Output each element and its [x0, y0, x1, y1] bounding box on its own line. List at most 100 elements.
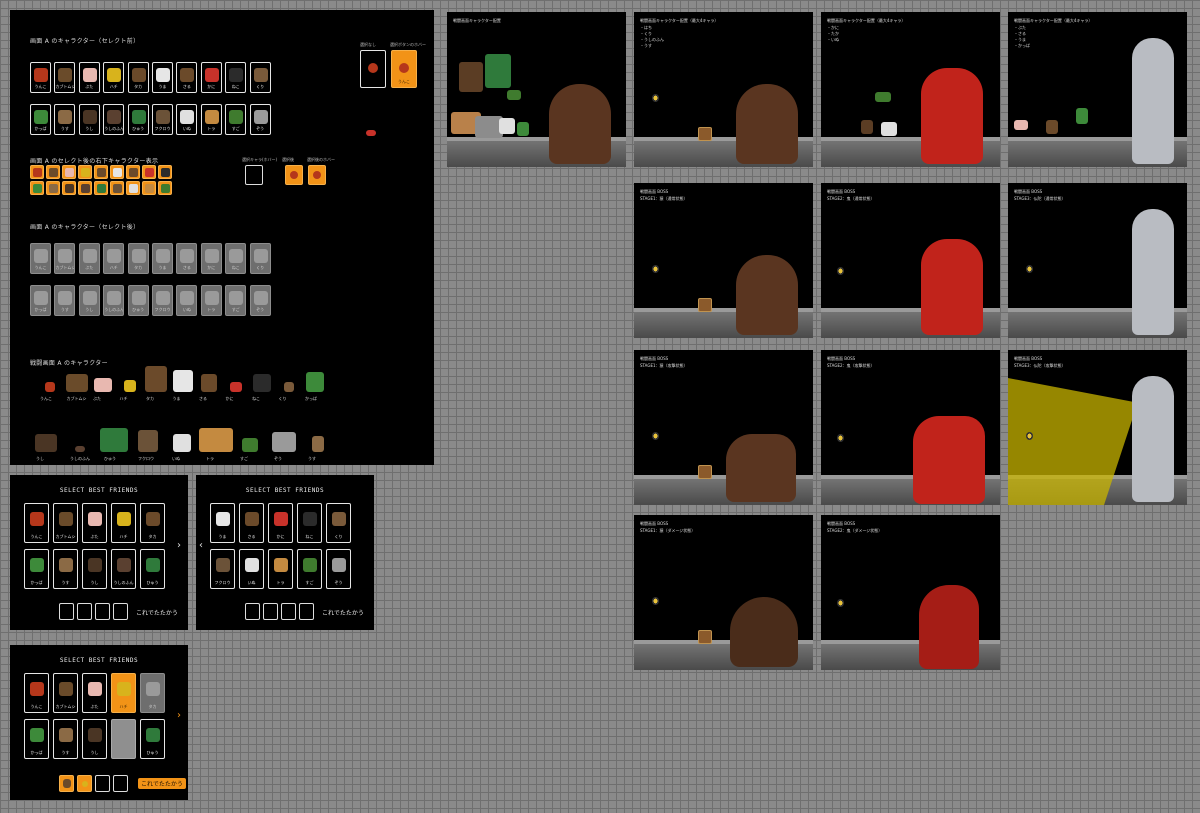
selected-mini-card[interactable] — [62, 165, 76, 179]
select-character-card[interactable]: ひゅう — [140, 719, 165, 759]
select-character-card[interactable]: かっぱ — [24, 549, 49, 589]
character-card[interactable]: かに — [200, 243, 222, 274]
select-character-card[interactable]: ひゅう — [140, 549, 165, 589]
select-character-card[interactable]: うま — [210, 503, 235, 543]
select-character-card[interactable]: うし — [82, 719, 107, 759]
select-character-card[interactable]: ぶた — [82, 673, 107, 713]
select-character-card[interactable] — [111, 719, 136, 759]
selected-mini-card[interactable] — [126, 181, 140, 195]
select-character-card[interactable]: フクロウ — [210, 549, 235, 589]
select-character-card[interactable]: うんこ — [24, 673, 49, 713]
character-card[interactable]: うしのふん — [103, 285, 125, 316]
character-card[interactable]: うし — [78, 285, 100, 316]
character-card[interactable]: うす — [54, 285, 76, 316]
selected-mini-card[interactable] — [158, 181, 172, 195]
select-character-card[interactable]: さる — [239, 503, 264, 543]
select-character-card[interactable]: ねこ — [297, 503, 322, 543]
select-character-card[interactable]: トラ — [268, 549, 293, 589]
character-card[interactable]: ハチ — [103, 62, 125, 93]
selected-mini-card[interactable] — [46, 181, 60, 195]
select-character-card[interactable]: ぶた — [82, 503, 107, 543]
character-card[interactable]: ハチ — [103, 243, 125, 274]
select-character-card[interactable]: カブトムシ — [53, 673, 78, 713]
character-card[interactable]: ぞう — [249, 285, 271, 316]
selected-mini-card[interactable] — [110, 165, 124, 179]
party-slot-1[interactable] — [59, 775, 74, 792]
party-slot-3[interactable] — [281, 603, 296, 620]
character-card[interactable]: トラ — [200, 285, 222, 316]
character-card[interactable]: いぬ — [176, 104, 198, 135]
select-character-card[interactable]: うしのふん — [111, 549, 136, 589]
select-character-card[interactable]: いぬ — [239, 549, 264, 589]
character-card[interactable]: カブトムシ — [54, 243, 76, 274]
selected-mini-card[interactable] — [142, 165, 156, 179]
character-card[interactable]: すご — [225, 285, 247, 316]
arrow-right-icon[interactable]: › — [177, 711, 181, 721]
selected-mini-card[interactable] — [110, 181, 124, 195]
select-character-card[interactable]: ハチ — [111, 503, 136, 543]
character-card[interactable]: タカ — [127, 243, 149, 274]
character-card[interactable]: さる — [176, 243, 198, 274]
party-slot-2[interactable] — [263, 603, 278, 620]
slot-empty-sample[interactable] — [245, 165, 263, 185]
arrow-right-icon[interactable]: › — [177, 541, 181, 551]
selected-mini-card[interactable] — [30, 181, 44, 195]
slot-filled-hover-sample[interactable] — [308, 165, 326, 185]
select-character-card[interactable]: タカ — [140, 503, 165, 543]
party-slot-4[interactable] — [113, 603, 128, 620]
character-card[interactable]: ぶた — [78, 243, 100, 274]
select-character-card[interactable]: かっぱ — [24, 719, 49, 759]
character-card[interactable]: ひゅう — [127, 285, 149, 316]
selected-mini-card[interactable] — [62, 181, 76, 195]
character-card[interactable]: タカ — [127, 62, 149, 93]
select-character-card[interactable]: うす — [53, 549, 78, 589]
character-card[interactable]: くり — [249, 62, 271, 93]
selected-mini-card[interactable] — [94, 181, 108, 195]
slot-filled-sample[interactable] — [285, 165, 303, 185]
selected-mini-card[interactable] — [158, 165, 172, 179]
character-card[interactable]: うんこ — [30, 62, 51, 93]
character-card[interactable]: ねこ — [225, 243, 247, 274]
selected-mini-card[interactable] — [30, 165, 44, 179]
selected-mini-card[interactable] — [78, 181, 92, 195]
fight-button[interactable]: これでたたかう — [322, 608, 364, 617]
sample-card-empty[interactable] — [360, 50, 386, 88]
arrow-left-icon[interactable]: ‹ — [199, 541, 203, 551]
character-card[interactable]: ぶた — [78, 62, 100, 93]
character-card[interactable]: フクロウ — [152, 104, 173, 135]
fight-button[interactable]: これでたたかう — [138, 778, 186, 789]
selected-mini-card[interactable] — [78, 165, 92, 179]
character-card[interactable]: かっぱ — [30, 285, 51, 316]
party-slot-3[interactable] — [95, 775, 110, 792]
party-slot-3[interactable] — [95, 603, 110, 620]
character-card[interactable]: トラ — [200, 104, 222, 135]
select-character-card[interactable]: タカ — [140, 673, 165, 713]
select-character-card[interactable]: かに — [268, 503, 293, 543]
select-character-card[interactable]: うす — [53, 719, 78, 759]
character-card[interactable]: いぬ — [176, 285, 198, 316]
character-card[interactable]: うま — [152, 62, 173, 93]
character-card[interactable]: すご — [225, 104, 247, 135]
character-card[interactable]: かに — [200, 62, 222, 93]
party-slot-4[interactable] — [113, 775, 128, 792]
character-card[interactable]: うしのふん — [103, 104, 125, 135]
character-card[interactable]: かっぱ — [30, 104, 51, 135]
character-card[interactable]: さる — [176, 62, 198, 93]
party-slot-1[interactable] — [59, 603, 74, 620]
selected-mini-card[interactable] — [94, 165, 108, 179]
character-card[interactable]: フクロウ — [152, 285, 173, 316]
character-card[interactable]: うし — [78, 104, 100, 135]
character-card[interactable]: くり — [249, 243, 271, 274]
party-slot-2[interactable] — [77, 603, 92, 620]
select-character-card[interactable]: うし — [82, 549, 107, 589]
selected-mini-card[interactable] — [142, 181, 156, 195]
select-character-card[interactable]: カブトムシ — [53, 503, 78, 543]
party-slot-2[interactable] — [77, 775, 92, 792]
character-card[interactable]: ひゅう — [127, 104, 149, 135]
sample-card-hover[interactable]: うんこ — [391, 50, 417, 88]
select-character-card[interactable]: ハチ — [111, 673, 136, 713]
select-character-card[interactable]: うんこ — [24, 503, 49, 543]
select-character-card[interactable]: すご — [297, 549, 322, 589]
selected-mini-card[interactable] — [126, 165, 140, 179]
select-character-card[interactable]: ぞう — [326, 549, 351, 589]
